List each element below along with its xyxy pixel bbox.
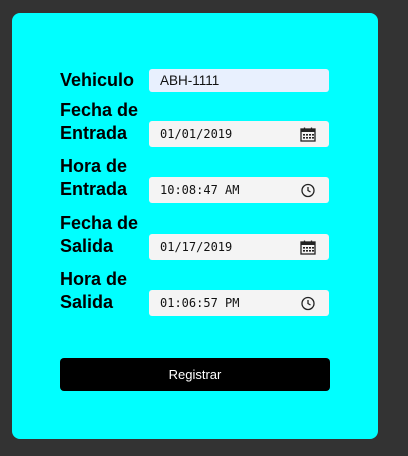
clock-icon[interactable] — [300, 296, 316, 311]
fecha-salida-label: Fecha de Salida — [60, 212, 138, 258]
vehiculo-value: ABH-1111 — [160, 73, 220, 88]
fecha-salida-value: 01/17/2019 — [160, 240, 233, 254]
form-card: Vehiculo ABH-1111 Fecha de Entrada 01/01… — [12, 13, 378, 439]
clock-icon[interactable] — [300, 183, 316, 198]
fecha-entrada-label-line1: Fecha de — [60, 100, 139, 120]
fecha-salida-label-line1: Fecha de — [60, 213, 139, 233]
hora-salida-input[interactable]: 01:06:57 PM — [149, 290, 329, 316]
fecha-salida-input[interactable]: 01/17/2019 — [149, 234, 329, 260]
fecha-entrada-input[interactable]: 01/01/2019 — [149, 121, 329, 147]
fecha-entrada-value: 01/01/2019 — [160, 127, 233, 141]
hora-entrada-input[interactable]: 10:08:47 AM — [149, 177, 329, 203]
calendar-icon[interactable] — [300, 240, 316, 255]
hora-entrada-label-line2: Entrada — [60, 179, 128, 199]
hora-salida-label-line2: Salida — [60, 292, 114, 312]
vehiculo-label: Vehiculo — [60, 70, 135, 90]
calendar-icon[interactable] — [300, 127, 316, 142]
fecha-entrada-label: Fecha de Entrada — [60, 99, 138, 145]
fecha-salida-label-line2: Salida — [60, 236, 114, 256]
hora-entrada-label-line1: Hora de — [60, 156, 128, 176]
fecha-entrada-label-line2: Entrada — [60, 123, 128, 143]
hora-entrada-label: Hora de Entrada — [60, 155, 127, 201]
hora-entrada-value: 10:08:47 AM — [160, 183, 240, 197]
vehiculo-input[interactable]: ABH-1111 — [149, 69, 329, 92]
hora-salida-label-line1: Hora de — [60, 269, 128, 289]
hora-salida-label: Hora de Salida — [60, 268, 127, 314]
hora-salida-value: 01:06:57 PM — [160, 296, 240, 310]
registrar-button[interactable]: Registrar — [60, 358, 330, 391]
